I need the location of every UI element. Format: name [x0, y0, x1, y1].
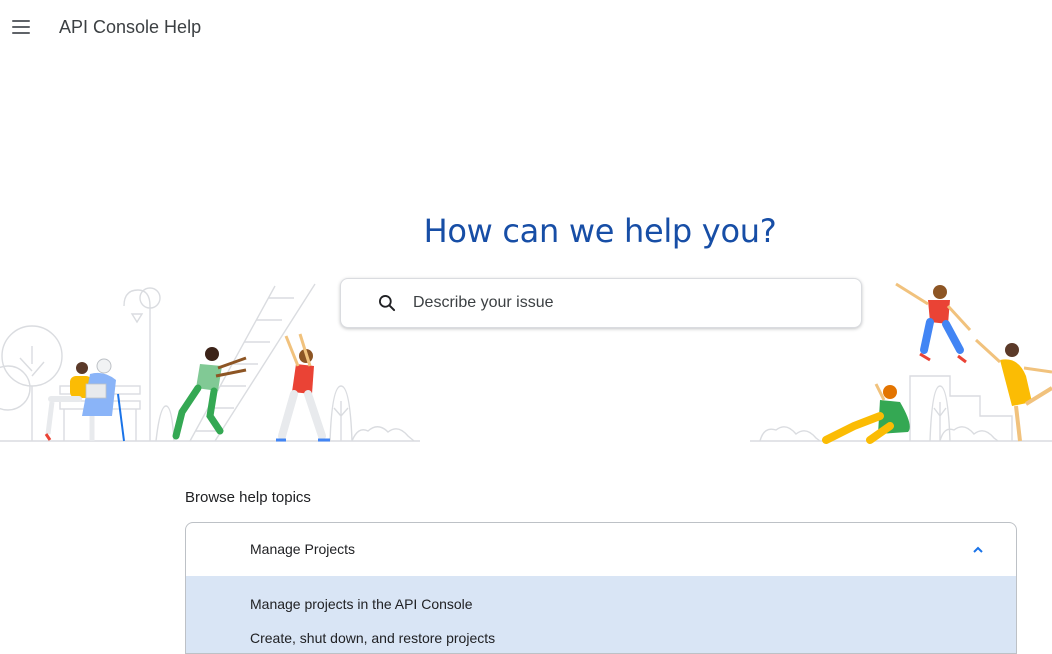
hamburger-menu-icon[interactable] — [8, 14, 34, 40]
hero-heading: How can we help you? — [423, 212, 777, 250]
topic-links-panel: Manage projects in the API Console Creat… — [186, 576, 1016, 653]
topic-link[interactable]: Create, shut down, and restore projects — [250, 630, 495, 646]
browse-topics-heading: Browse help topics — [185, 489, 311, 506]
topic-link[interactable]: Manage projects in the API Console — [250, 596, 473, 612]
hero-illustration-right — [750, 282, 1052, 444]
topic-title: Manage Projects — [250, 541, 356, 557]
top-bar: API Console Help — [0, 0, 1052, 56]
topic-accordion: Manage Projects Manage projects in the A… — [185, 522, 1017, 654]
topic-header-manage-projects[interactable]: Manage Projects — [186, 523, 1016, 576]
chevron-up-icon[interactable] — [970, 542, 986, 558]
product-title[interactable]: API Console Help — [59, 17, 201, 38]
hero-illustration-left — [0, 283, 420, 442]
